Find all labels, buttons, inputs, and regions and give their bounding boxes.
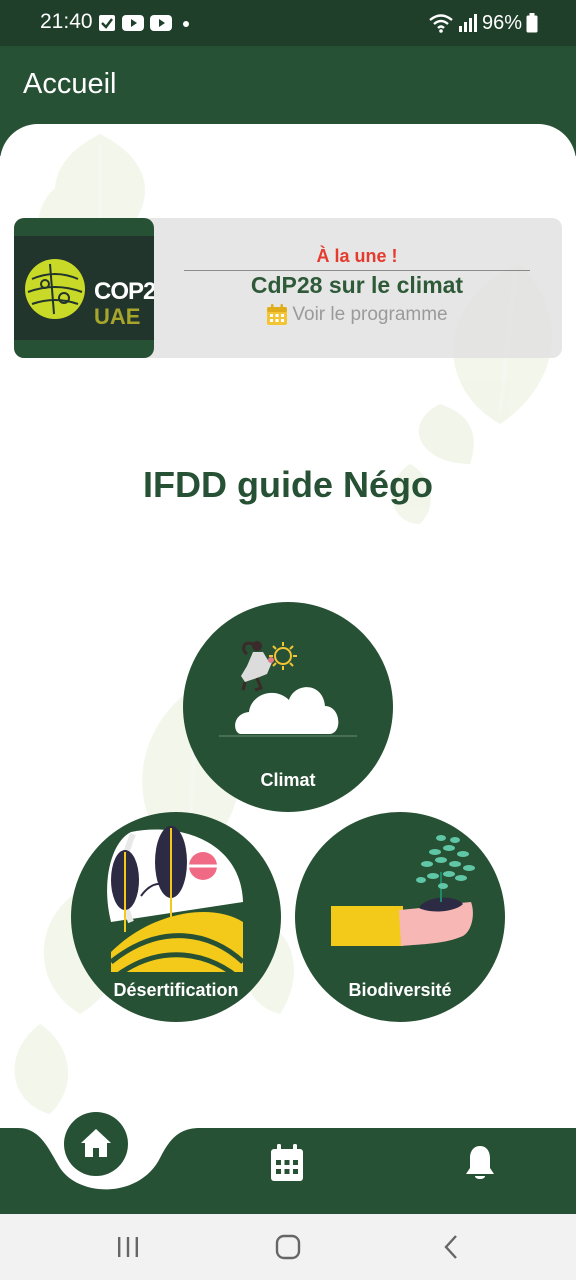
youtube-icon: [150, 15, 172, 31]
battery-icon: [526, 13, 538, 33]
cop28-thumbnail: COP28 UAE: [14, 218, 154, 358]
home-icon: [81, 1129, 111, 1157]
divider: [184, 270, 530, 271]
youtube-icon: [122, 15, 144, 31]
bottom-navigation: [0, 1112, 576, 1214]
signal-icon: [458, 14, 477, 32]
bell-icon: [466, 1146, 494, 1179]
calendar-icon: [267, 304, 288, 325]
screen: 21:40 96% Accueil COP2 UAE À la une ! Cd…: [0, 0, 576, 1280]
uae-label: UAE: [94, 304, 141, 329]
category-climat-button[interactable]: Climat: [183, 602, 393, 812]
category-label: Climat: [260, 770, 316, 790]
status-bar: 21:40 96%: [0, 0, 576, 46]
cop28-globe-logo: [25, 259, 85, 319]
nav-notifications-button[interactable]: [464, 1144, 496, 1184]
page-title: Accueil: [23, 68, 117, 100]
system-status-icons: 96%: [428, 10, 538, 36]
cop28-label: COP28: [94, 278, 154, 305]
recents-icon[interactable]: [116, 1235, 140, 1259]
category-label: Désertification: [113, 980, 239, 1000]
view-program-link[interactable]: Voir le programme: [184, 304, 530, 326]
calendar-icon: [271, 1144, 303, 1181]
dot-icon: [183, 21, 189, 27]
wifi-icon: [429, 14, 453, 33]
feature-kicker: À la une !: [316, 246, 398, 266]
content-area: COP28 UAE À la une ! CdP28 sur le climat: [0, 124, 576, 1134]
system-navigation-bar: [0, 1214, 576, 1280]
nav-home-button[interactable]: [64, 1112, 128, 1176]
notification-icons: [98, 12, 192, 34]
back-icon[interactable]: [442, 1234, 460, 1260]
feature-title: CdP28 sur le climat: [250, 272, 464, 298]
checkbox-icon: [99, 15, 115, 31]
category-biodiversite-button[interactable]: Biodiversité: [295, 812, 505, 1022]
app-heading: IFDD guide Négo: [143, 464, 433, 505]
home-button-icon[interactable]: [275, 1234, 301, 1260]
category-desertification-button[interactable]: Désertification: [71, 812, 281, 1022]
nav-calendar-button[interactable]: [270, 1144, 306, 1184]
view-program-label: Voir le programme: [292, 304, 448, 325]
category-label: Biodiversité: [348, 980, 452, 1000]
featured-news-card[interactable]: COP28 UAE À la une ! CdP28 sur le climat: [14, 218, 562, 358]
battery-percent: 96%: [481, 11, 522, 34]
status-time: 21:40: [40, 10, 93, 33]
